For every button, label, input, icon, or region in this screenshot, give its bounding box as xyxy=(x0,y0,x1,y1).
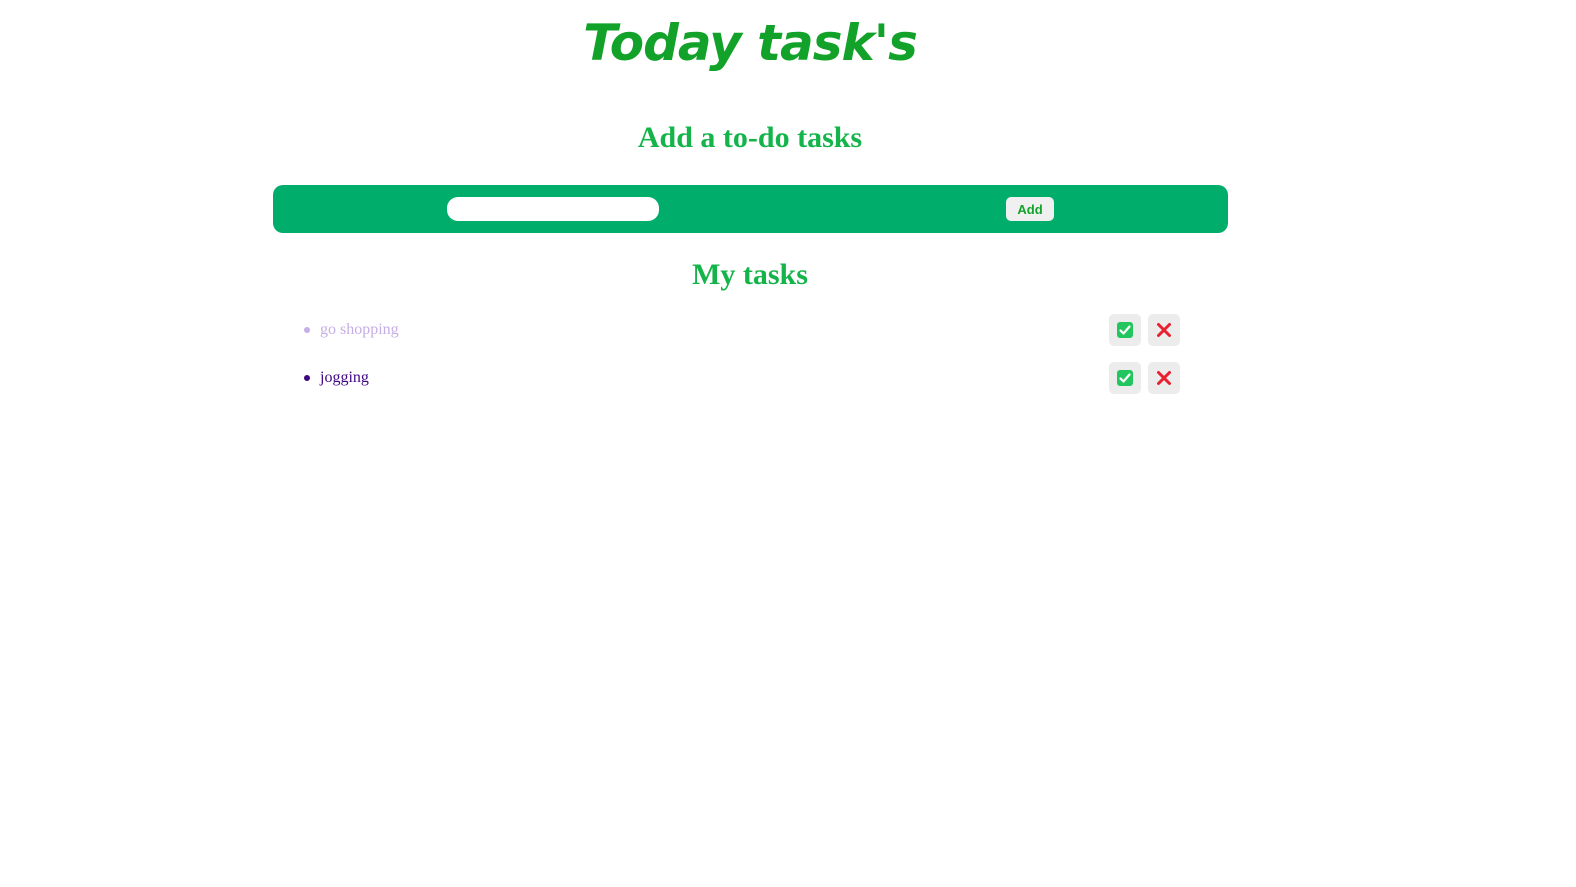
bullet-icon xyxy=(304,375,310,381)
cross-mark-icon xyxy=(1157,371,1171,385)
cross-mark-icon xyxy=(1157,323,1171,337)
todo-page: Today task's Add a to-do tasks Add My ta… xyxy=(0,0,1576,887)
add-task-heading: Add a to-do tasks xyxy=(637,121,863,154)
mark-done-button[interactable] xyxy=(1109,314,1141,346)
task-item: go shopping xyxy=(273,310,1228,358)
add-task-bar: Add xyxy=(273,185,1228,233)
task-input[interactable] xyxy=(447,197,659,221)
task-list: go shopping jogging xyxy=(273,310,1228,406)
my-tasks-heading: My tasks xyxy=(692,258,808,291)
delete-task-button[interactable] xyxy=(1148,362,1180,394)
task-text[interactable]: jogging xyxy=(320,368,369,388)
check-mark-icon xyxy=(1117,370,1133,386)
task-item: jogging xyxy=(273,358,1228,406)
bullet-icon xyxy=(304,327,310,333)
delete-task-button[interactable] xyxy=(1148,314,1180,346)
task-text[interactable]: go shopping xyxy=(320,320,399,340)
add-button[interactable]: Add xyxy=(1006,197,1054,221)
check-mark-icon xyxy=(1117,322,1133,338)
mark-done-button[interactable] xyxy=(1109,362,1141,394)
app-title: Today task's xyxy=(583,14,918,72)
